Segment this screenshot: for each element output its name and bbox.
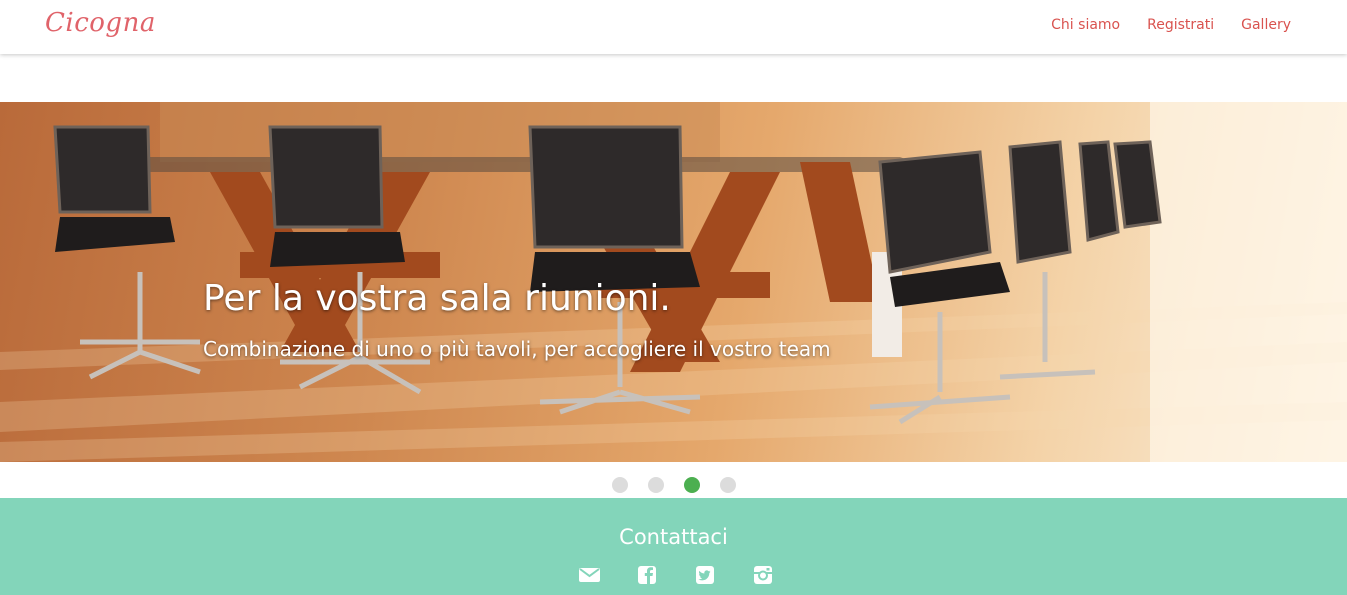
hero-carousel: Per la vostra sala riunioni. Combinazion… bbox=[0, 102, 1347, 462]
hero-subtitle: Combinazione di uno o più tavoli, per ac… bbox=[203, 337, 831, 361]
hero-title: Per la vostra sala riunioni. bbox=[203, 278, 671, 319]
twitter-icon[interactable] bbox=[695, 565, 716, 585]
carousel-dot-4[interactable] bbox=[720, 477, 736, 493]
nav-links: Chi siamo Registrati Gallery bbox=[1051, 17, 1291, 33]
carousel-indicators bbox=[612, 477, 736, 493]
carousel-dot-1[interactable] bbox=[612, 477, 628, 493]
nav-link-chi-siamo[interactable]: Chi siamo bbox=[1051, 17, 1120, 33]
contact-footer: Contattaci bbox=[0, 498, 1347, 595]
nav-link-gallery[interactable]: Gallery bbox=[1241, 17, 1291, 33]
social-links bbox=[579, 565, 774, 585]
instagram-icon[interactable] bbox=[753, 565, 774, 585]
carousel-dot-2[interactable] bbox=[648, 477, 664, 493]
carousel-dot-3[interactable] bbox=[684, 477, 700, 493]
brand-logo[interactable]: Cicogna bbox=[45, 8, 156, 38]
footer-title: Contattaci bbox=[619, 525, 728, 549]
envelope-icon[interactable] bbox=[579, 565, 600, 585]
facebook-icon[interactable] bbox=[637, 565, 658, 585]
nav-link-registrati[interactable]: Registrati bbox=[1147, 17, 1214, 33]
navbar: Cicogna Chi siamo Registrati Gallery bbox=[0, 0, 1347, 54]
